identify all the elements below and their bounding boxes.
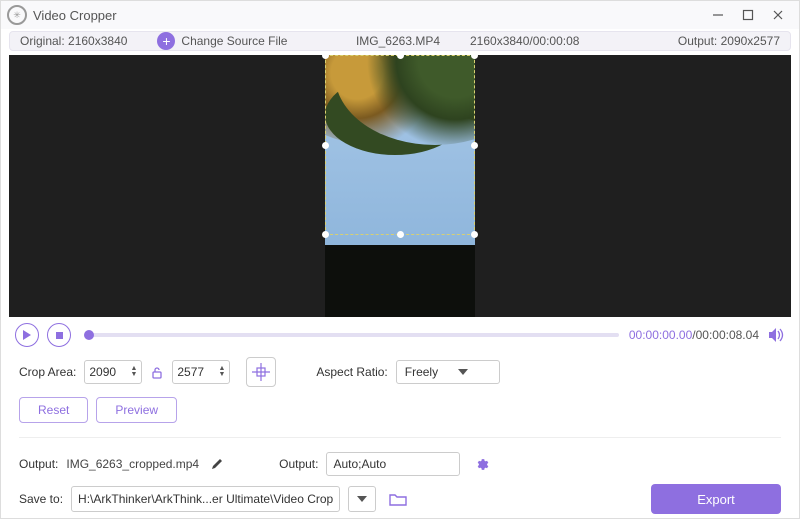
- timeline-knob[interactable]: [84, 330, 94, 340]
- timeline-slider[interactable]: [89, 333, 619, 337]
- crop-handle-tr[interactable]: [471, 52, 478, 59]
- crop-handle-br[interactable]: [471, 231, 478, 238]
- playback-controls: 00:00:00.00/00:00:08.04: [1, 317, 799, 347]
- crop-selection[interactable]: [325, 55, 475, 235]
- save-path-field[interactable]: H:\ArkThinker\ArkThink...er Ultimate\Vid…: [71, 486, 340, 512]
- crop-handle-tc[interactable]: [397, 52, 404, 59]
- change-source-link[interactable]: Change Source File: [181, 34, 287, 48]
- crop-handle-bl[interactable]: [322, 231, 329, 238]
- close-button[interactable]: [763, 1, 793, 29]
- minimize-button[interactable]: [703, 1, 733, 29]
- output-format-field[interactable]: Auto;Auto: [326, 452, 460, 476]
- source-dims-duration: 2160x3840/00:00:08: [470, 34, 579, 48]
- open-folder-button[interactable]: [388, 490, 408, 508]
- crop-handle-mr[interactable]: [471, 142, 478, 149]
- chevron-down-icon: [357, 496, 367, 502]
- video-cropper-window: ✳ Video Cropper Original: 2160x3840 + Ch…: [0, 0, 800, 519]
- crop-height-input[interactable]: 2577▲▼: [172, 360, 230, 384]
- reset-button[interactable]: Reset: [19, 397, 88, 423]
- export-button[interactable]: Export: [651, 484, 781, 514]
- aspect-ratio-select[interactable]: Freely: [396, 360, 500, 384]
- info-bar: Original: 2160x3840 + Change Source File…: [9, 31, 791, 51]
- spinner-icon[interactable]: ▲▼: [218, 366, 225, 378]
- bottom-bar: Save to: H:\ArkThinker\ArkThink...er Ult…: [1, 476, 799, 524]
- edit-filename-button[interactable]: [211, 458, 223, 470]
- chevron-down-icon: [458, 369, 468, 375]
- time-display: 00:00:00.00/00:00:08.04: [629, 328, 759, 342]
- output-file-label: Output:: [19, 457, 58, 471]
- play-button[interactable]: [15, 323, 39, 347]
- add-source-button[interactable]: +: [157, 32, 175, 50]
- source-filename: IMG_6263.MP4: [356, 34, 440, 48]
- save-path-dropdown[interactable]: [348, 486, 376, 512]
- output-dimensions: Output: 2090x2577: [678, 34, 780, 48]
- settings-form: Crop Area: 2090▲▼ 2577▲▼ Aspect Ratio: F…: [1, 347, 799, 476]
- output-file-name: IMG_6263_cropped.mp4: [66, 457, 199, 471]
- app-title: Video Cropper: [33, 8, 117, 23]
- spinner-icon[interactable]: ▲▼: [130, 366, 137, 378]
- aspect-ratio-label: Aspect Ratio:: [316, 365, 387, 379]
- video-frame[interactable]: [325, 55, 475, 317]
- volume-button[interactable]: [769, 328, 785, 342]
- crop-handle-ml[interactable]: [322, 142, 329, 149]
- preview-button[interactable]: Preview: [96, 397, 177, 423]
- stop-button[interactable]: [47, 323, 71, 347]
- output-format-label: Output:: [279, 457, 318, 471]
- crop-handle-tl[interactable]: [322, 52, 329, 59]
- crop-width-input[interactable]: 2090▲▼: [84, 360, 142, 384]
- original-dimensions: Original: 2160x3840: [20, 34, 127, 48]
- crop-center-button[interactable]: [246, 357, 276, 387]
- titlebar: ✳ Video Cropper: [1, 1, 799, 29]
- divider: [19, 437, 781, 438]
- video-preview-area: [9, 55, 791, 317]
- maximize-button[interactable]: [733, 1, 763, 29]
- crop-handle-bc[interactable]: [397, 231, 404, 238]
- crop-area-label: Crop Area:: [19, 365, 76, 379]
- output-settings-button[interactable]: [474, 457, 489, 472]
- save-to-label: Save to:: [19, 492, 63, 506]
- app-icon: ✳: [7, 5, 27, 25]
- lock-aspect-button[interactable]: [150, 366, 164, 379]
